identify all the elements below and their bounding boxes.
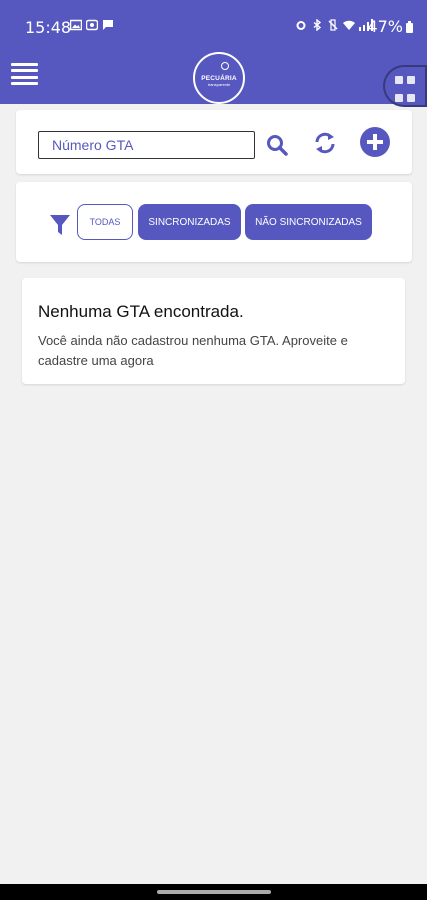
filter-icon <box>50 215 70 235</box>
system-nav-bar <box>0 884 427 900</box>
cloud-icon <box>86 19 98 31</box>
sync-icon[interactable] <box>313 131 337 155</box>
filter-all-chip[interactable]: TODAS <box>77 204 133 240</box>
battery-percent: 47% <box>367 17 403 36</box>
bluetooth-icon <box>313 19 322 31</box>
wifi-icon <box>343 20 355 30</box>
filter-card: TODAS SINCRONIZADAS NÃO SINCRONIZADAS <box>16 182 412 262</box>
empty-state-title: Nenhuma GTA encontrada. <box>38 302 244 321</box>
status-time: 15:48 <box>25 18 72 37</box>
alarm-icon <box>296 21 306 30</box>
logo-mark-icon <box>221 62 229 70</box>
battery-icon <box>406 20 413 33</box>
app-logo: PECUÁRIA transparente <box>193 52 245 104</box>
vibrate-icon <box>328 19 338 31</box>
filter-unsynced-chip[interactable]: NÃO SINCRONIZADAS <box>245 204 372 240</box>
logo-text: PECUÁRIA <box>201 75 237 82</box>
status-system-icons <box>295 19 375 31</box>
filter-synced-chip[interactable]: SINCRONIZADAS <box>138 204 241 240</box>
search-icon[interactable] <box>266 134 288 156</box>
home-gesture-handle[interactable] <box>157 890 271 894</box>
status-notification-icons <box>70 19 114 31</box>
message-icon <box>103 20 113 30</box>
status-bar: 15:48 47% <box>0 0 427 48</box>
gallery-icon <box>70 19 82 31</box>
empty-state-card: Nenhuma GTA encontrada. Você ainda não c… <box>22 278 405 384</box>
logo-subtext: transparente <box>207 82 231 87</box>
app-bar: PECUÁRIA transparente <box>0 48 427 104</box>
search-card <box>16 110 412 174</box>
empty-state-description: Você ainda não cadastrou nenhuma GTA. Ap… <box>38 333 348 368</box>
menu-icon[interactable] <box>11 63 38 85</box>
apps-grid-icon[interactable] <box>383 65 427 107</box>
battery-indicator: 47% <box>367 17 413 36</box>
gta-number-input[interactable] <box>38 131 255 159</box>
add-circle-icon[interactable] <box>360 127 390 157</box>
